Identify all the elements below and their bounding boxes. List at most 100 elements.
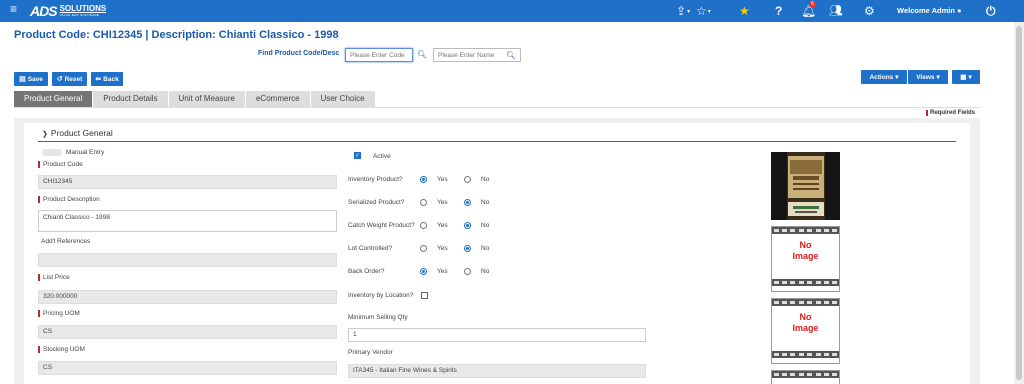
catch-weight-yes-radio[interactable] [420,222,427,229]
favorites-icon[interactable]: ☆▾ [696,3,711,20]
lot-controlled-yes-radio[interactable] [420,245,427,252]
code-search-button[interactable]: 🔍︎ [416,48,428,62]
power-icon[interactable]: ⏻ [986,3,996,19]
no-label: No [481,245,490,252]
back-order-no-radio[interactable] [464,268,471,275]
user-icon: ● [957,6,962,15]
tab-unit-of-measure[interactable]: Unit of Measure [168,91,246,107]
views-button[interactable]: Views ▾ [908,70,948,84]
logo-sub: SOLUTIONS [59,4,107,13]
grid-menu-button[interactable]: ▦ ▾ [952,70,980,84]
serialized-product-yes-radio[interactable] [420,199,427,206]
logo-tagline: VALUE ERP SOFTWARE [59,13,100,17]
share-icon[interactable]: ⇪▾ [676,3,690,20]
catch-weight-label: Catch Weight Product? [348,222,415,229]
no-label: No [481,176,490,183]
back-order-yes-radio[interactable] [420,268,427,275]
back-button[interactable]: ⇚ Back [91,72,123,86]
name-search-input[interactable]: 🔍︎ [433,48,521,62]
filmstrip-bottom [772,279,839,286]
min-selling-qty-label: Minimum Selling Qty [348,314,408,321]
inventory-product-no-radio[interactable] [464,176,471,183]
reset-icon: ↺ [56,76,63,83]
inventory-by-location-label: Inventory by Location? [348,292,414,299]
lot-controlled-label: Lot Controlled? [348,245,393,252]
primary-vendor-label: Primary Vendor [348,349,393,356]
product-code-label: Product Code [38,161,83,168]
chevron-down-icon: ▾ [968,74,972,81]
page-scrollbar[interactable] [1014,22,1024,384]
filmstrip-top [772,227,839,234]
actions-button[interactable]: Actions ▾ [861,70,907,84]
product-description-label: Product Description [38,196,100,203]
scrollbar-thumb[interactable] [1016,26,1022,380]
filmstrip-top [772,371,839,378]
inventory-product-label: Inventory Product? [348,176,403,183]
min-selling-qty-field[interactable]: 1 [348,328,646,342]
no-image-text: No Image [792,312,819,333]
welcome-text[interactable]: Welcome Admin ● [897,6,962,15]
no-image-placeholder-3[interactable] [771,370,840,384]
product-code-field[interactable]: CHI12345 [38,175,337,189]
save-button[interactable]: ▤ Save [14,72,48,86]
required-fields-note: Required Fields [926,110,975,116]
logo[interactable]: ADS SOLUTIONS VALUE ERP SOFTWARE [30,3,106,19]
tab-user-choice[interactable]: User Choice [310,91,376,107]
tab-ecommerce[interactable]: eCommerce [245,91,311,107]
section-header-product-general[interactable]: ❯ Product General [42,128,113,138]
logo-main: ADS [30,3,58,19]
back-order-label: Back Order? [348,268,385,275]
addl-references-field[interactable] [38,253,337,267]
tabs-divider [14,107,980,108]
yes-label: Yes [437,222,448,229]
stocking-uom-field[interactable]: CS [38,361,337,375]
tab-product-details[interactable]: Product Details [93,91,169,107]
filmstrip-bottom [772,351,839,358]
code-search-field[interactable] [346,49,412,61]
primary-vendor-field[interactable]: ITA345 - Italian Fine Wines & Spirits [348,364,646,378]
menu-icon[interactable]: ≡ [10,2,17,16]
addl-references-label: Add'l References [41,238,91,245]
gear-icon[interactable]: ⚙ [864,3,875,19]
inventory-by-location-checkbox[interactable] [421,292,428,299]
product-description-field[interactable]: Chianti Classico - 1998 [38,210,337,232]
yes-label: Yes [437,176,448,183]
pricing-uom-field[interactable]: CS [38,325,337,339]
page-title: Product Code: CHI12345 | Description: Ch… [14,29,339,41]
no-label: No [481,268,490,275]
stocking-uom-label: Stocking UOM [38,346,85,353]
filmstrip-top [772,299,839,306]
save-icon: ▤ [19,76,26,83]
chevron-down-icon: ▾ [895,74,899,81]
lot-controlled-no-radio[interactable] [464,245,471,252]
serialized-product-label: Serialized Product? [348,199,405,206]
list-price-field[interactable]: 320.000000 [38,290,337,304]
search-icon[interactable]: 🔍︎ [506,49,516,62]
manual-entry-label: Manual Entry [66,149,105,156]
star-icon[interactable]: ★ [739,3,750,19]
no-image-placeholder-1[interactable]: No Image [771,226,840,292]
back-icon: ⇚ [95,76,102,83]
pricing-uom-label: Pricing UOM [38,310,80,317]
inventory-product-yes-radio[interactable] [420,176,427,183]
no-image-text: No Image [792,240,819,261]
chevron-down-icon: ▾ [936,74,940,81]
code-search-input[interactable] [345,48,413,62]
active-label: Active [373,153,391,160]
tab-bar: Product General Product Details Unit of … [14,91,376,107]
no-image-placeholder-2[interactable]: No Image [771,298,840,364]
tab-product-general[interactable]: Product General [14,91,94,107]
manual-entry-toggle[interactable] [42,149,62,156]
product-image[interactable] [771,152,840,220]
section-divider [38,141,956,142]
bell-icon[interactable]: 🔔︎ 6 [801,1,816,19]
users-icon[interactable]: 👥︎ [829,3,843,19]
serialized-product-no-radio[interactable] [464,199,471,206]
reset-button[interactable]: ↺ Reset [52,72,87,86]
help-icon[interactable]: ? [775,3,782,19]
active-checkbox[interactable]: ✓ [354,152,361,159]
top-nav-bar: ≡ ADS SOLUTIONS VALUE ERP SOFTWARE ⇪▾ ☆▾… [0,0,1024,22]
list-price-label: List Price [38,274,70,281]
yes-label: Yes [437,245,448,252]
catch-weight-no-radio[interactable] [464,222,471,229]
